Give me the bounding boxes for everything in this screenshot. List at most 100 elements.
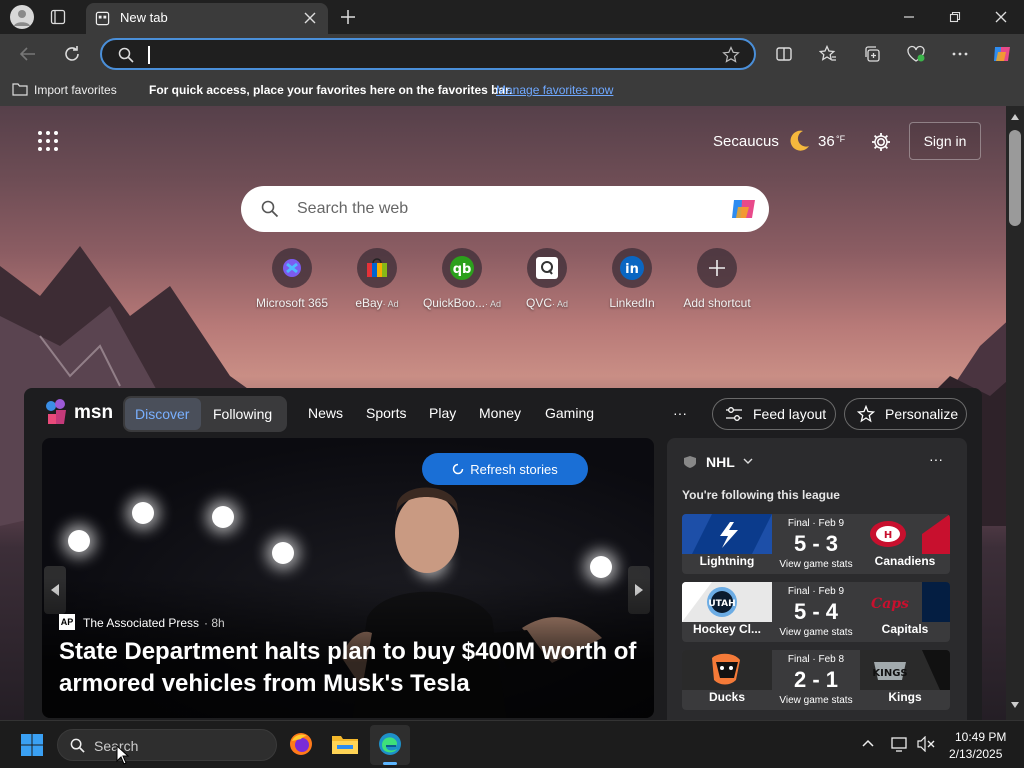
view-game-stats-link[interactable]: View game stats (772, 627, 860, 638)
tab-following[interactable]: Following (213, 406, 272, 422)
game-row[interactable]: UTAH Caps Hockey Cl... Capitals Final · … (682, 582, 950, 642)
close-tab-icon[interactable] (304, 12, 316, 24)
away-team-name: Kings (888, 690, 922, 704)
show-hidden-icons-chevron-icon[interactable] (862, 739, 874, 747)
weather-location[interactable]: Secaucus (713, 133, 779, 150)
restore-button[interactable] (932, 0, 978, 34)
story-headline[interactable]: State Department halts plan to buy $400M… (59, 636, 639, 700)
feed-layout-button[interactable]: Feed layout (712, 398, 836, 430)
scroll-down-arrow-icon[interactable] (1011, 702, 1019, 708)
personalize-button[interactable]: Personalize (844, 398, 967, 430)
sign-in-button[interactable]: Sign in (909, 122, 981, 160)
game-row[interactable]: H Lightning Canadiens Final · Feb 9 5 - … (682, 514, 950, 574)
scroll-up-arrow-icon[interactable] (1011, 114, 1019, 120)
nav-more-button[interactable]: ··· (673, 405, 687, 421)
scrollbar-thumb[interactable] (1009, 130, 1021, 226)
file-explorer-icon[interactable] (331, 732, 359, 756)
stage-light (212, 506, 234, 528)
nav-sports[interactable]: Sports (366, 405, 406, 421)
title-bar: New tab (0, 0, 1024, 34)
close-window-button[interactable] (978, 0, 1024, 34)
league-name[interactable]: NHL (706, 454, 735, 470)
sparkle-star-icon (857, 405, 875, 423)
windows-start-icon[interactable] (20, 733, 44, 757)
game-row[interactable]: KINGS Ducks Kings Final · Feb 8 2 - 1 Vi… (682, 650, 950, 710)
chevron-down-icon[interactable] (743, 458, 753, 465)
shortcut-label: eBay (355, 296, 383, 310)
shortcut-label: Add shortcut (683, 296, 751, 310)
volume-muted-icon[interactable] (917, 736, 935, 752)
minimize-button[interactable] (886, 0, 932, 34)
copilot-icon[interactable] (986, 38, 1018, 70)
browser-essentials-icon[interactable] (900, 38, 932, 70)
weather-temperature[interactable]: 36 (818, 133, 835, 150)
ap-logo-icon: AP (59, 614, 75, 630)
taskbar-search-box[interactable]: Search (57, 729, 277, 761)
new-tab-plus-icon[interactable] (340, 9, 356, 25)
svg-text:qb: qb (453, 262, 472, 277)
team-logo-area (682, 514, 772, 554)
tab-new-tab[interactable]: New tab (86, 3, 328, 34)
tab-discover[interactable]: Discover (125, 398, 201, 430)
refresh-stories-button[interactable]: Refresh stories (422, 453, 588, 485)
shortcut-quickbooks[interactable]: qb QuickBoo...· Ad (417, 248, 507, 310)
nav-gaming[interactable]: Gaming (545, 405, 594, 421)
edge-taskbar-button[interactable] (370, 725, 410, 765)
view-game-stats-link[interactable]: View game stats (772, 695, 860, 706)
personalize-label: Personalize (885, 406, 959, 422)
copilot-search-icon[interactable] (729, 195, 759, 223)
qvc-icon (527, 248, 567, 288)
svg-text:Caps: Caps (871, 596, 909, 612)
svg-text:KINGS: KINGS (872, 668, 907, 679)
hero-story-card[interactable]: Refresh stories AP The Associated Press … (42, 438, 654, 718)
msn-brand[interactable]: msn (74, 402, 113, 424)
shortcut-qvc[interactable]: QVC· Ad (502, 248, 592, 310)
address-bar[interactable] (100, 38, 756, 70)
app-launcher-grid-icon[interactable] (37, 130, 59, 152)
refresh-icon[interactable] (56, 38, 88, 70)
view-game-stats-link[interactable]: View game stats (772, 559, 860, 570)
windows-taskbar: Search 10:49 PM 2/13/2025 (0, 720, 1024, 768)
add-favorite-star-icon[interactable] (722, 46, 740, 64)
home-team-name: Lightning (699, 554, 755, 568)
tab-discover-label: Discover (135, 406, 190, 422)
msn-feed: msn Discover Following News Sports Play … (24, 388, 982, 720)
svg-text:UTAH: UTAH (708, 599, 735, 609)
nav-money[interactable]: Money (479, 405, 521, 421)
shortcut-ebay[interactable]: eBay· Ad (332, 248, 422, 310)
back-arrow-icon[interactable] (12, 38, 44, 70)
shortcut-add[interactable]: Add shortcut (672, 248, 762, 310)
settings-gear-icon[interactable] (870, 131, 892, 153)
story-age: · 8h (204, 616, 225, 630)
web-search-box[interactable]: Search the web (241, 186, 769, 232)
search-magnifier-icon (261, 200, 279, 218)
web-search-placeholder[interactable]: Search the web (297, 200, 408, 218)
shortcut-microsoft-365[interactable]: Microsoft 365 (247, 248, 337, 310)
network-icon[interactable] (891, 736, 909, 752)
edge-icon (377, 731, 403, 757)
nav-play[interactable]: Play (429, 405, 456, 421)
page-scrollbar[interactable] (1006, 106, 1024, 720)
collections-icon[interactable] (856, 38, 888, 70)
split-screen-icon[interactable] (768, 38, 800, 70)
league-more-button[interactable]: ··· (929, 451, 943, 467)
clock-time[interactable]: 10:49 PM (955, 730, 1006, 744)
story-source[interactable]: The Associated Press (83, 616, 199, 630)
manage-favorites-link[interactable]: Manage favorites now (496, 83, 613, 97)
moon-weather-icon[interactable] (786, 128, 812, 154)
game-status: Final · Feb 9 (787, 586, 845, 597)
import-favorites-link[interactable]: Import favorites (34, 83, 117, 97)
shortcut-linkedin[interactable]: in LinkedIn (587, 248, 677, 310)
nav-news[interactable]: News (308, 405, 343, 421)
nhl-league-icon (683, 455, 697, 469)
capitals-logo-icon: Caps (871, 582, 950, 622)
profile-avatar[interactable] (10, 5, 34, 29)
firefox-icon[interactable] (288, 731, 314, 757)
favorites-icon[interactable] (812, 38, 844, 70)
shortcut-label: Microsoft 365 (255, 296, 329, 310)
clock-date[interactable]: 2/13/2025 (949, 747, 1002, 761)
more-menu-icon[interactable] (944, 38, 976, 70)
away-team-name: Canadiens (874, 554, 936, 568)
tab-actions-icon[interactable] (50, 9, 66, 25)
newtab-favicon-icon (95, 11, 110, 26)
